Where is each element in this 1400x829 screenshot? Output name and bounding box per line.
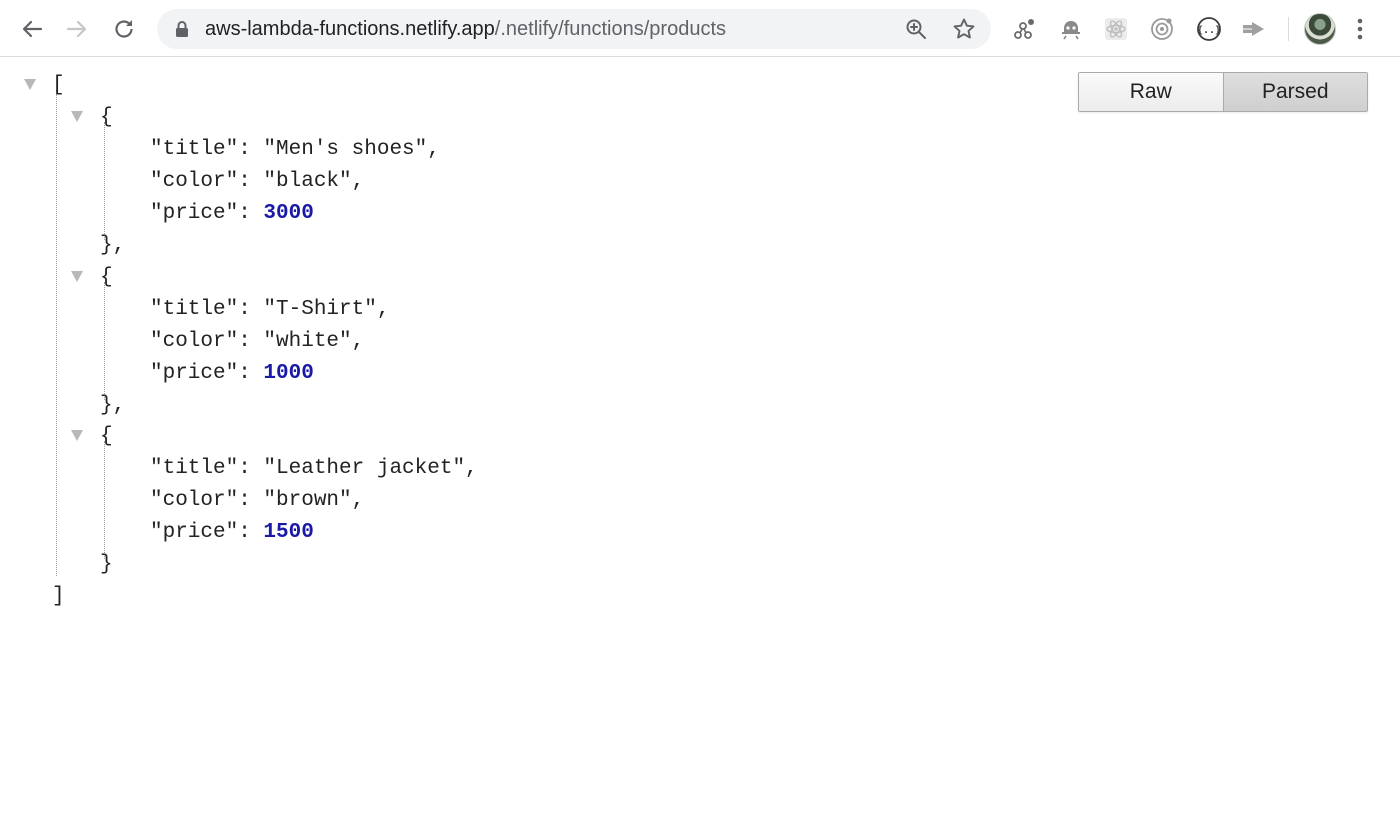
parsed-button[interactable]: Parsed	[1222, 73, 1367, 111]
json-line: "title": "Leather jacket",	[150, 457, 478, 480]
toolbar-divider	[1288, 17, 1289, 41]
extension-icon[interactable]	[1058, 16, 1084, 42]
browser-toolbar: aws-lambda-functions.netlify.app/.netlif…	[0, 0, 1400, 57]
json-line: "price": 1000	[150, 358, 314, 390]
collapse-caret-icon[interactable]	[71, 430, 83, 441]
json-number: 1500	[263, 521, 314, 544]
indent-guide	[56, 90, 57, 576]
json-line: }	[100, 553, 113, 576]
react-devtools-icon[interactable]	[1103, 16, 1129, 42]
url-text[interactable]: aws-lambda-functions.netlify.app/.netlif…	[205, 9, 726, 49]
json-line: "color": "black",	[150, 170, 365, 193]
json-key: "title":	[150, 138, 264, 161]
json-string: "Men's shoes",	[263, 138, 440, 161]
json-line: "price": 1500	[150, 517, 314, 549]
url-path: /.netlify/functions/products	[494, 18, 727, 40]
forward-arrow-icon[interactable]	[60, 12, 94, 46]
json-viewer-icon[interactable]: {..}	[1196, 16, 1222, 42]
extension-icon[interactable]	[1241, 16, 1267, 42]
json-key: "price":	[150, 202, 264, 225]
json-line: },	[100, 234, 126, 257]
json-line: "color": "white",	[150, 330, 365, 353]
json-line: {	[100, 106, 113, 129]
view-mode-toggle: Raw Parsed	[1078, 72, 1368, 112]
lock-icon[interactable]	[175, 20, 189, 43]
json-key: "price":	[150, 521, 264, 544]
collapse-caret-icon[interactable]	[24, 79, 36, 90]
json-line: "price": 3000	[150, 198, 314, 230]
json-line: },	[100, 394, 126, 417]
address-bar[interactable]: aws-lambda-functions.netlify.app/.netlif…	[157, 9, 991, 49]
json-line: ]	[52, 585, 65, 608]
url-host: aws-lambda-functions.netlify.app	[205, 18, 495, 40]
json-line: [	[52, 74, 65, 97]
extension-icon[interactable]	[1149, 16, 1175, 42]
json-key: "price":	[150, 362, 264, 385]
indent-guide	[104, 122, 105, 240]
json-line: {	[100, 425, 113, 448]
json-number: 1000	[263, 362, 314, 385]
star-icon[interactable]	[952, 17, 976, 46]
collapse-caret-icon[interactable]	[71, 271, 83, 282]
back-arrow-icon[interactable]	[15, 12, 49, 46]
indent-guide	[104, 282, 105, 400]
json-line: "title": "Men's shoes",	[150, 134, 440, 166]
zoom-icon[interactable]	[905, 18, 927, 45]
svg-text:{..}: {..}	[1197, 25, 1221, 36]
indent-guide	[104, 441, 105, 559]
avatar[interactable]	[1304, 13, 1336, 45]
raw-button[interactable]: Raw	[1079, 73, 1223, 111]
reload-icon[interactable]	[107, 12, 141, 46]
extension-icon[interactable]	[1011, 16, 1037, 42]
json-line: "title": "T-Shirt",	[150, 298, 390, 321]
json-line: "color": "brown",	[150, 489, 365, 512]
collapse-caret-icon[interactable]	[71, 111, 83, 122]
json-line: {	[100, 266, 113, 289]
menu-icon[interactable]	[1356, 17, 1364, 46]
json-number: 3000	[263, 202, 314, 225]
